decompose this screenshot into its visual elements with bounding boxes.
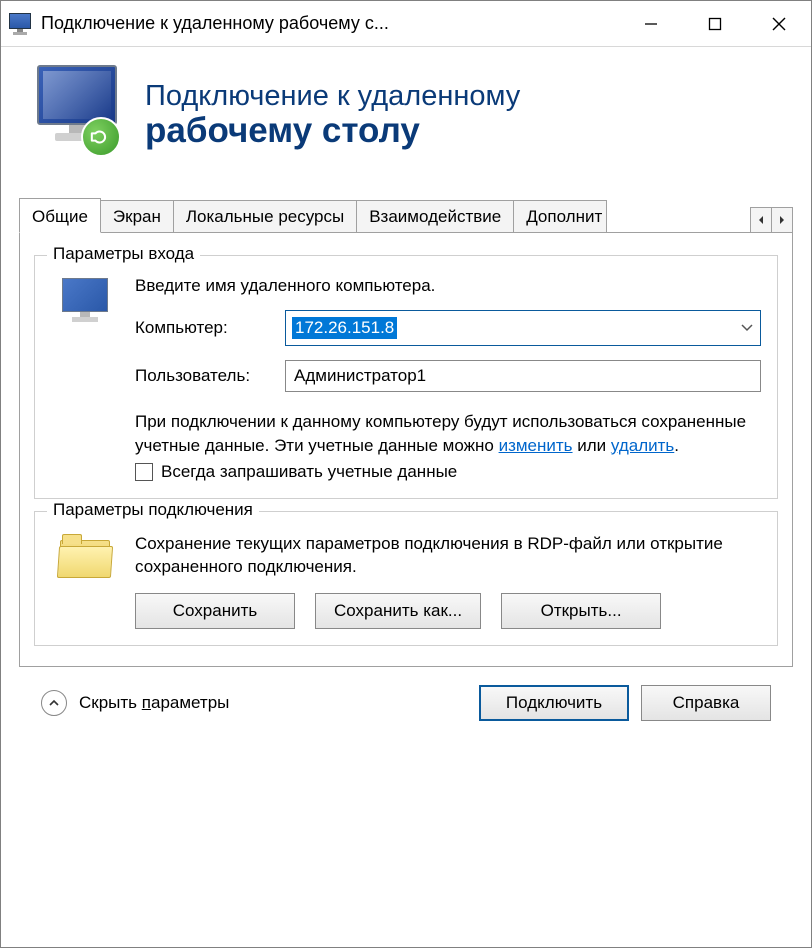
- tab-local-resources[interactable]: Локальные ресурсы: [173, 200, 357, 233]
- tab-panel-general: Параметры входа Введите имя удаленного к…: [19, 233, 793, 667]
- window-controls: [619, 1, 811, 46]
- group-login: Параметры входа Введите имя удаленного к…: [34, 255, 778, 499]
- chevron-up-icon: [48, 698, 60, 708]
- group-connection: Параметры подключения Сохранение текущих…: [34, 511, 778, 647]
- connect-button[interactable]: Подключить: [479, 685, 629, 721]
- tab-advanced[interactable]: Дополнит: [513, 200, 607, 233]
- titlebar: Подключение к удаленному рабочему с...: [1, 1, 811, 47]
- tab-strip: Общие Экран Локальные ресурсы Взаимодейс…: [19, 195, 793, 233]
- tab-experience[interactable]: Взаимодействие: [356, 200, 514, 233]
- link-change-credentials[interactable]: изменить: [499, 436, 573, 455]
- tab-general[interactable]: Общие: [19, 198, 101, 233]
- user-field[interactable]: Администратор1: [285, 360, 761, 392]
- minimize-button[interactable]: [619, 1, 683, 46]
- save-button[interactable]: Сохранить: [135, 593, 295, 629]
- tab-scroll-left[interactable]: [750, 207, 772, 233]
- credentials-info: При подключении к данному компьютеру буд…: [135, 410, 761, 458]
- computer-label: Компьютер:: [135, 318, 285, 338]
- link-delete-credentials[interactable]: удалить: [611, 436, 674, 455]
- collapse-options-button[interactable]: [41, 690, 67, 716]
- user-value: Администратор1: [294, 366, 426, 386]
- tab-display[interactable]: Экран: [100, 200, 174, 233]
- maximize-button[interactable]: [683, 1, 747, 46]
- chevron-down-icon: [740, 318, 754, 338]
- rdp-badge-icon: [81, 117, 121, 157]
- folder-icon: [58, 534, 114, 582]
- rdp-window: Подключение к удаленному рабочему с...: [0, 0, 812, 948]
- group-connection-title: Параметры подключения: [47, 500, 259, 520]
- save-as-button[interactable]: Сохранить как...: [315, 593, 481, 629]
- user-label: Пользователь:: [135, 366, 285, 386]
- close-icon: [771, 16, 787, 32]
- header-banner: Подключение к удаленному рабочему столу: [1, 47, 811, 189]
- help-button[interactable]: Справка: [641, 685, 771, 721]
- footer: Скрыть параметры Подключить Справка: [19, 667, 793, 743]
- app-icon: [9, 13, 31, 35]
- chevron-left-icon: [757, 215, 765, 225]
- minimize-icon: [644, 17, 658, 31]
- always-prompt-label: Всегда запрашивать учетные данные: [161, 462, 457, 482]
- computer-value: 172.26.151.8: [292, 317, 397, 339]
- group-login-title: Параметры входа: [47, 244, 200, 264]
- computer-icon: [58, 278, 114, 328]
- window-title: Подключение к удаленному рабочему с...: [41, 13, 389, 34]
- banner-title-line1: Подключение к удаленному: [145, 80, 520, 113]
- maximize-icon: [708, 17, 722, 31]
- login-instruction: Введите имя удаленного компьютера.: [135, 276, 761, 296]
- collapse-options-label[interactable]: Скрыть параметры: [79, 693, 229, 713]
- always-prompt-checkbox[interactable]: [135, 463, 153, 481]
- banner-title-line2: рабочему столу: [145, 111, 520, 151]
- chevron-right-icon: [778, 215, 786, 225]
- computer-combobox[interactable]: 172.26.151.8: [285, 310, 761, 346]
- tab-scroll-right[interactable]: [771, 207, 793, 233]
- connection-description: Сохранение текущих параметров подключени…: [135, 532, 761, 580]
- banner-icon: [29, 65, 129, 165]
- open-button[interactable]: Открыть...: [501, 593, 661, 629]
- close-button[interactable]: [747, 1, 811, 46]
